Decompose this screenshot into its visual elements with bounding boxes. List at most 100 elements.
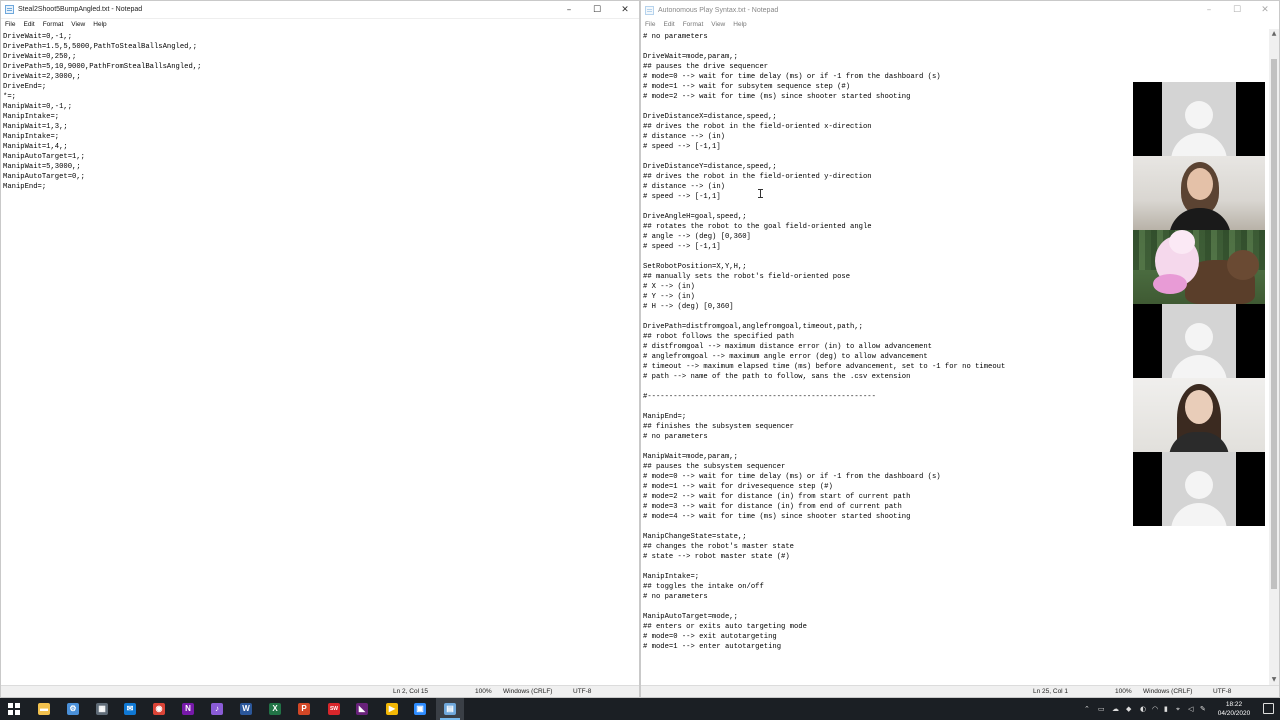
text-line[interactable]: DrivePath=1.5,5,5000,PathToStealBallsAng… [3, 42, 639, 52]
meet-icon[interactable]: ◐ [1140, 698, 1146, 720]
text-line[interactable]: ManipWait=0,-1,; [3, 102, 639, 112]
text-line[interactable]: ManipWait=1,4,; [3, 142, 639, 152]
text-editor[interactable]: DriveWait=0,-1,; DrivePath=1.5,5,5000,Pat… [1, 29, 639, 685]
menu-edit[interactable]: Edit [663, 21, 674, 28]
menu-help[interactable]: Help [93, 21, 106, 28]
cloud-icon[interactable]: ☁ [1112, 698, 1119, 720]
mail-icon: ✉ [124, 703, 136, 715]
text-line[interactable]: ## changes the robot's master state [643, 542, 1269, 552]
powerpoint-taskbar-button[interactable]: P [290, 698, 318, 720]
text-line[interactable]: ManipAutoTarget=mode,; [643, 612, 1269, 622]
participant-video[interactable] [1133, 378, 1265, 452]
text-line[interactable]: ManipAutoTarget=1,; [3, 152, 639, 162]
wifi-icon[interactable]: ◠ [1152, 698, 1158, 720]
settings-icon: ⚙ [67, 703, 79, 715]
participant-video[interactable] [1133, 156, 1265, 230]
participant-tile[interactable] [1133, 304, 1265, 378]
scroll-thumb[interactable] [1271, 59, 1277, 589]
mail-taskbar-button[interactable]: ✉ [116, 698, 144, 720]
notepad-taskbar-button[interactable]: ▤ [436, 698, 464, 720]
power-automate-taskbar-button[interactable]: ▶ [378, 698, 406, 720]
participant-video[interactable] [1133, 230, 1265, 304]
system-clock[interactable]: 18:22 04/20/2020 [1212, 700, 1256, 718]
video-call-panel[interactable] [1133, 82, 1265, 526]
calculator-taskbar-button[interactable]: ▦ [88, 698, 116, 720]
menu-format[interactable]: Format [683, 21, 704, 28]
text-line[interactable]: ManipAutoTarget=0,; [3, 172, 639, 182]
text-line[interactable]: DriveEnd=; [3, 82, 639, 92]
chrome-taskbar-button[interactable]: ◉ [145, 698, 173, 720]
audio-app-taskbar-button[interactable]: ♪ [203, 698, 231, 720]
text-line[interactable]: *=; [3, 92, 639, 102]
zoom-taskbar-button[interactable]: ▣ [406, 698, 434, 720]
text-line[interactable]: ## toggles the intake on/off [643, 582, 1269, 592]
participant-tile[interactable] [1133, 452, 1265, 526]
menu-view[interactable]: View [711, 21, 725, 28]
participant-tile[interactable] [1133, 82, 1265, 156]
text-line[interactable]: ManipIntake=; [3, 132, 639, 142]
battery-icon[interactable]: ▮ [1164, 698, 1168, 720]
title-bar[interactable]: Steal2Shoot5BumpAngled.txt - Notepad – ☐… [1, 1, 639, 19]
scroll-up-icon[interactable]: ▲ [1269, 29, 1279, 39]
minimize-button[interactable]: – [555, 1, 583, 19]
menu-file[interactable]: File [645, 21, 655, 28]
minimize-button[interactable]: – [1195, 1, 1223, 19]
text-line[interactable]: DrivePath=5,10,9000,PathFromStealBallsAn… [3, 62, 639, 72]
text-line[interactable]: ManipWait=1,3,; [3, 122, 639, 132]
title-bar[interactable]: Autonomous Play Syntax.txt - Notepad – ☐… [641, 1, 1279, 19]
text-line[interactable]: # no parameters [643, 592, 1269, 602]
text-line[interactable]: ## enters or exits auto targeting mode [643, 622, 1269, 632]
window-controls: – ☐ ✕ [555, 1, 639, 19]
text-line[interactable]: ManipChangeState=state,; [643, 532, 1269, 542]
solidworks-taskbar-button[interactable]: SW [320, 698, 348, 720]
network-icon[interactable]: ▭ [1098, 698, 1105, 720]
menu-view[interactable]: View [71, 21, 85, 28]
text-line[interactable]: # mode=1 --> enter autotargeting [643, 642, 1269, 652]
text-line[interactable]: # state --> robot master state (#) [643, 552, 1269, 562]
text-line[interactable] [643, 562, 1269, 572]
solidworks-icon: SW [328, 703, 340, 715]
text-line[interactable]: # mode=0 --> wait for time delay (ms) or… [643, 72, 1269, 82]
text-line[interactable]: DriveWait=0,250,; [3, 52, 639, 62]
person-shirt [1169, 208, 1231, 230]
notifications-icon[interactable] [1263, 703, 1274, 714]
menu-format[interactable]: Format [43, 21, 64, 28]
text-line[interactable]: ## pauses the drive sequencer [643, 62, 1269, 72]
settings-taskbar-button[interactable]: ⚙ [59, 698, 87, 720]
onenote-taskbar-button[interactable]: N [174, 698, 202, 720]
chevron-up-icon[interactable]: ⌃ [1084, 698, 1090, 720]
scroll-down-icon[interactable]: ▼ [1269, 675, 1279, 685]
text-line[interactable] [643, 602, 1269, 612]
visual-studio-taskbar-button[interactable]: ◣ [348, 698, 376, 720]
notepad-window-left[interactable]: Steal2Shoot5BumpAngled.txt - Notepad – ☐… [0, 0, 640, 698]
start-button[interactable] [0, 698, 28, 720]
dropbox-icon[interactable]: ◆ [1126, 698, 1131, 720]
text-line[interactable]: DriveWait=0,-1,; [3, 32, 639, 42]
close-button[interactable]: ✕ [611, 1, 639, 19]
pen-icon[interactable]: ✎ [1200, 698, 1206, 720]
text-line[interactable]: DriveWait=mode,param,; [643, 52, 1269, 62]
text-line[interactable]: ManipIntake=; [3, 112, 639, 122]
word-taskbar-button[interactable]: W [232, 698, 260, 720]
menu-edit[interactable]: Edit [23, 21, 34, 28]
menu-help[interactable]: Help [733, 21, 746, 28]
close-button[interactable]: ✕ [1251, 1, 1279, 19]
text-line[interactable]: # mode=0 --> exit autotargeting [643, 632, 1269, 642]
maximize-button[interactable]: ☐ [1223, 1, 1251, 19]
maximize-button[interactable]: ☐ [583, 1, 611, 19]
person-face [1187, 168, 1213, 200]
location-icon[interactable]: ⌖ [1176, 698, 1180, 720]
text-line[interactable]: ManipIntake=; [643, 572, 1269, 582]
file-explorer-taskbar-button[interactable]: ▬ [30, 698, 58, 720]
excel-taskbar-button[interactable]: X [261, 698, 289, 720]
text-line[interactable] [643, 42, 1269, 52]
vertical-scrollbar[interactable]: ▲ ▼ [1269, 29, 1279, 685]
text-line[interactable]: # no parameters [643, 32, 1269, 42]
menu-file[interactable]: File [5, 21, 15, 28]
text-line[interactable]: DriveWait=2,3000,; [3, 72, 639, 82]
excel-icon: X [269, 703, 281, 715]
text-line[interactable]: ManipWait=5,3000,; [3, 162, 639, 172]
volume-icon[interactable]: ◁ [1188, 698, 1193, 720]
text-line[interactable]: ManipEnd=; [3, 182, 639, 192]
text-content[interactable]: DriveWait=0,-1,; DrivePath=1.5,5,5000,Pat… [1, 29, 639, 192]
